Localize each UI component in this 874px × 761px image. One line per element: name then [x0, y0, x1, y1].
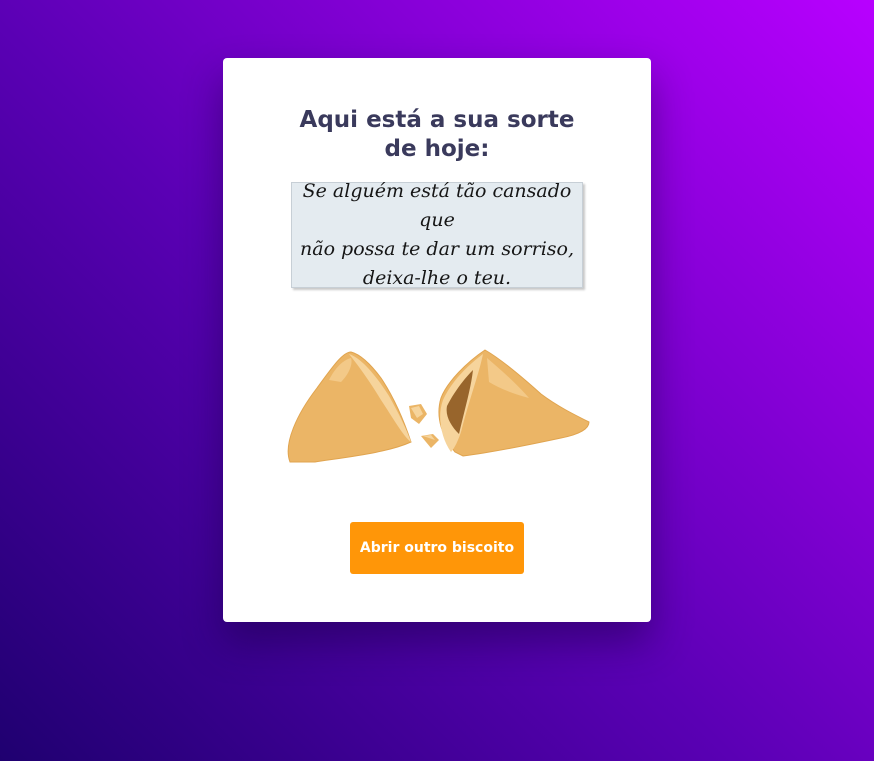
fortune-message: Se alguém está tão cansado que não possa… — [300, 177, 574, 293]
open-another-cookie-button[interactable]: Abrir outro biscoito — [350, 522, 524, 574]
fortune-line: não possa te dar um sorriso, — [300, 238, 574, 260]
broken-fortune-cookie-icon — [287, 349, 590, 463]
fortune-line: Se alguém está tão cansado que — [302, 180, 572, 231]
page-title: Aqui está a sua sorte de hoje: — [299, 107, 575, 162]
fortune-line: deixa-lhe o teu. — [362, 267, 512, 289]
fortune-card: Aqui está a sua sorte de hoje: Se alguém… — [223, 58, 651, 622]
fortune-paper: Se alguém está tão cansado que não possa… — [291, 180, 583, 289]
